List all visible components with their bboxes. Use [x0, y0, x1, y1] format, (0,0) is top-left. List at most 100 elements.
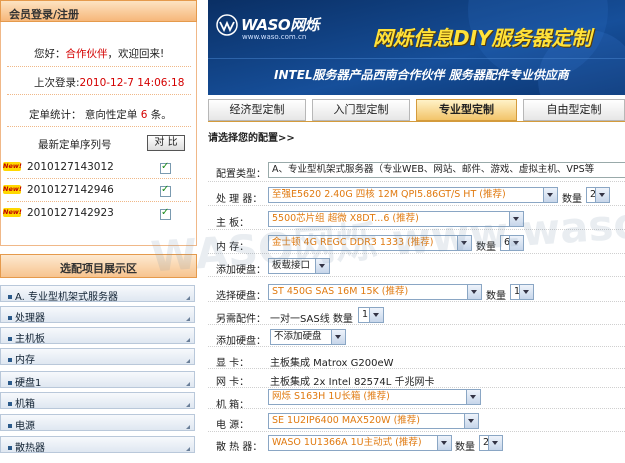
disk-select[interactable]: ST 450G SAS 16M 15K (推荐) [268, 284, 482, 300]
memory-value: 金士顿 4G REGC DDR3 1333 (推荐) [272, 237, 434, 248]
menu-item-memory[interactable]: 内存 [0, 348, 195, 366]
motherboard-value: 5500芯片组 超微 X8DT...6 (推荐) [272, 213, 419, 224]
logo-url: www.waso.com.cn [242, 33, 307, 41]
cooler-qty-select[interactable]: 2 [479, 435, 503, 451]
psu-label: 电 源： [216, 420, 250, 431]
gpu-label: 显 卡： [216, 358, 250, 369]
order-serial[interactable]: 2010127142946 [23, 184, 114, 196]
tab-professional[interactable]: 专业型定制 [416, 99, 517, 121]
order-row[interactable]: New! 2010127142923 [3, 207, 114, 219]
menu-item-label: 内存 [15, 355, 35, 366]
menu-item-hdd1[interactable]: 硬盘1 [0, 371, 195, 389]
tab-custom[interactable]: 自由型定制 [523, 99, 625, 121]
menu-item-motherboard[interactable]: 主机板 [0, 327, 195, 345]
chevron-down-icon [467, 285, 481, 299]
cooler-qty-label: 数量 [455, 442, 475, 453]
chassis-select[interactable]: 网烁 S163H 1U长箱 (推荐) [268, 389, 481, 405]
order-row[interactable]: New! 2010127143012 [3, 161, 114, 173]
config-type-label: 配置类型： [216, 169, 266, 180]
chevron-down-icon [466, 390, 480, 404]
order-checkbox[interactable] [160, 161, 171, 174]
order-checkbox[interactable] [160, 184, 171, 197]
chevron-down-icon [464, 414, 478, 428]
cpu-select[interactable]: 至强E5620 2.40G 四核 12M QPI5.86GT/S HT (推荐) [268, 187, 558, 203]
menu-item-label: 机箱 [15, 399, 35, 410]
tab-entry[interactable]: 入门型定制 [312, 99, 410, 121]
menu-item-psu[interactable]: 电源 [0, 414, 195, 432]
psu-value: SE 1U2IP6400 MAX520W (推荐) [272, 415, 420, 426]
nic-label: 网 卡： [216, 377, 250, 388]
motherboard-select[interactable]: 5500芯片组 超微 X8DT...6 (推荐) [268, 211, 524, 227]
member-type: 合作伙伴 [65, 48, 108, 60]
add-disk2-select[interactable]: 不添加硬盘 [270, 329, 346, 345]
accessory-text: 一对一SAS线 数量 [270, 314, 353, 325]
add-disk-select[interactable]: 板载接口 [268, 258, 330, 274]
psu-select[interactable]: SE 1U2IP6400 MAX520W (推荐) [268, 413, 479, 429]
banner-subline: INTEL服务器产品西南合作伙伴 服务器配件专业供应商 [274, 68, 569, 82]
order-checkbox[interactable] [160, 207, 171, 220]
config-type-select[interactable]: A、专业型机架式服务器（专业WEB、网站、邮件、游戏、虚拟主机、VPS等 [268, 162, 625, 178]
add-disk-label: 添加硬盘： [216, 265, 266, 276]
chevron-down-icon [369, 308, 383, 322]
config-prompt: 请选择您的配置>> [208, 133, 295, 144]
menu-item-cooler[interactable]: 散热器 [0, 436, 195, 454]
new-badge: New! [3, 208, 22, 217]
order-serial[interactable]: 2010127142923 [23, 207, 114, 219]
new-badge: New! [3, 162, 22, 171]
menu-item-label: 电源 [15, 421, 35, 432]
chevron-down-icon [331, 330, 345, 344]
chevron-down-icon [437, 436, 451, 450]
logo-text: WASO网烁 [241, 16, 320, 34]
corner-arrow-icon [186, 338, 190, 342]
cpu-qty-label: 数量 [562, 194, 582, 205]
accessory-qty-value: 1 [362, 309, 369, 320]
menu-item-cpu[interactable]: 处理器 [0, 306, 195, 324]
chevron-down-icon [488, 436, 502, 450]
memory-select[interactable]: 金士顿 4G REGC DDR3 1333 (推荐) [268, 235, 472, 251]
chevron-down-icon [543, 188, 557, 202]
last-login: 上次登录:2010-12-7 14:06:18 [34, 75, 184, 90]
chevron-down-icon [519, 285, 533, 299]
menu-panel-title: 选配项目展示区 [0, 254, 197, 278]
header-banner: WASO网烁 www.waso.com.cn 网烁信息DIY服务器定制 INTE… [208, 0, 625, 95]
add-disk2-value: 不添加硬盘 [274, 331, 322, 342]
menu-item-label: 硬盘1 [15, 378, 42, 389]
menu-item-chassis[interactable]: 机箱 [0, 392, 195, 410]
menu-item-label: A. 专业型机架式服务器 [15, 292, 119, 303]
tab-economy[interactable]: 经济型定制 [208, 99, 306, 121]
corner-arrow-icon [186, 296, 190, 300]
disk-qty-select[interactable]: 1 [510, 284, 534, 300]
corner-arrow-icon [186, 425, 190, 429]
order-stats: 定单统计： 意向性定单 6 条。 [29, 107, 172, 122]
logo-icon [216, 14, 238, 36]
accessory-label: 另需配件： [216, 314, 266, 325]
corner-arrow-icon [186, 447, 190, 451]
nic-text: 主板集成 2x Intel 82574L 千兆网卡 [270, 377, 435, 388]
cooler-value: WASO 1U1366A 1U主动式 (推荐) [272, 437, 422, 448]
accessory-qty-select[interactable]: 1 [358, 307, 384, 323]
memory-qty-select[interactable]: 6 [500, 235, 524, 251]
cooler-select[interactable]: WASO 1U1366A 1U主动式 (推荐) [268, 435, 452, 451]
cpu-qty-select[interactable]: 2 [586, 187, 610, 203]
memory-qty-label: 数量 [476, 242, 496, 253]
disk-label: 选择硬盘： [216, 291, 266, 302]
chevron-down-icon [509, 236, 523, 250]
motherboard-label: 主 板： [216, 218, 250, 229]
corner-arrow-icon [186, 382, 190, 386]
login-panel: 您好：合作伙伴，欢迎回来! 上次登录:2010-12-7 14:06:18 定单… [0, 22, 197, 246]
corner-arrow-icon [186, 359, 190, 363]
menu-item-label: 主机板 [15, 334, 45, 345]
last-login-label: 上次登录: [34, 77, 80, 89]
banner-headline: 网烁信息DIY服务器定制 [373, 26, 592, 50]
corner-arrow-icon [186, 403, 190, 407]
compare-button[interactable]: 对 比 [147, 135, 185, 151]
last-login-time: 2010-12-7 14:06:18 [79, 77, 185, 89]
order-row[interactable]: New! 2010127142946 [3, 184, 114, 196]
memory-label: 内 存： [216, 242, 250, 253]
order-count-unit: 条。 [150, 109, 172, 121]
disk-qty-label: 数量 [486, 291, 506, 302]
order-serial[interactable]: 2010127143012 [23, 161, 114, 173]
left-sidebar: 会员登录/注册 您好：合作伙伴，欢迎回来! 上次登录:2010-12-7 14:… [0, 0, 197, 463]
order-stats-label: 定单统计： [29, 109, 82, 121]
menu-item-server-type[interactable]: A. 专业型机架式服务器 [0, 285, 195, 303]
